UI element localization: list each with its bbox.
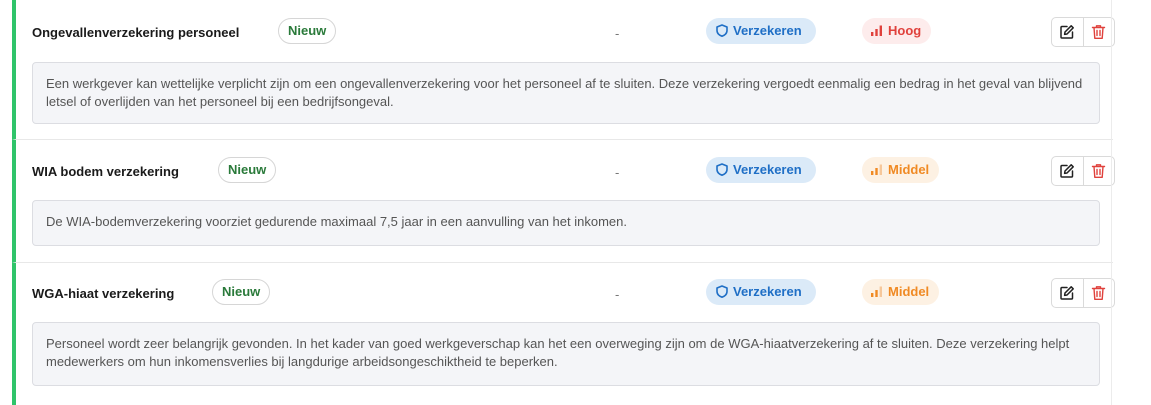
delete-button[interactable] [1082, 279, 1115, 307]
priority-label: Middel [888, 284, 930, 299]
trash-icon [1092, 164, 1106, 178]
row-header: Ongevallenverzekering personeel Nieuw - … [32, 17, 1115, 48]
status-badge: Nieuw [218, 157, 277, 183]
status-badge: Nieuw [278, 18, 337, 44]
row-header: WIA bodem verzekering Nieuw - Verzekeren… [32, 156, 1115, 187]
insure-label: Verzekeren [733, 162, 802, 177]
edit-button[interactable] [1052, 279, 1083, 307]
row-actions [1051, 278, 1115, 308]
trash-icon [1092, 25, 1106, 39]
row-actions [1051, 17, 1115, 47]
insure-button[interactable]: Verzekeren [706, 279, 816, 305]
edit-icon [1060, 25, 1075, 39]
edit-button[interactable] [1052, 18, 1083, 46]
list-item: Ongevallenverzekering personeel Nieuw - … [12, 0, 1115, 140]
row-actions [1051, 156, 1115, 186]
shield-icon [716, 24, 728, 37]
insure-label: Verzekeren [733, 284, 802, 299]
status-badge: Nieuw [212, 279, 271, 305]
insure-label: Verzekeren [733, 23, 802, 38]
priority-label: Middel [888, 162, 930, 177]
shield-icon [716, 163, 728, 176]
delete-button[interactable] [1082, 157, 1115, 185]
list-item: WIA bodem verzekering Nieuw - Verzekeren… [12, 140, 1115, 263]
priority-badge: Middel [862, 157, 940, 183]
shield-icon [716, 285, 728, 298]
panel-divider [1111, 0, 1112, 405]
signal-bars-icon [871, 164, 882, 175]
delete-button[interactable] [1082, 18, 1115, 46]
row-header: WGA-hiaat verzekering Nieuw - Verzekeren… [32, 278, 1115, 309]
priority-label: Hoog [888, 23, 922, 38]
trash-icon [1092, 286, 1106, 300]
insurance-name: Ongevallenverzekering personeel [32, 25, 240, 40]
value-placeholder: - [615, 165, 620, 180]
priority-badge: Hoog [862, 18, 932, 44]
value-placeholder: - [615, 26, 620, 41]
signal-bars-icon [871, 25, 882, 36]
value-placeholder: - [615, 287, 620, 302]
signal-bars-icon [871, 286, 882, 297]
edit-icon [1060, 286, 1075, 300]
insurance-description: Personeel wordt zeer belangrijk gevonden… [32, 322, 1100, 386]
insure-button[interactable]: Verzekeren [706, 157, 816, 183]
insure-button[interactable]: Verzekeren [706, 18, 816, 44]
list-item: WGA-hiaat verzekering Nieuw - Verzekeren… [12, 263, 1115, 405]
insurance-name: WIA bodem verzekering [32, 164, 179, 179]
insurance-list: Ongevallenverzekering personeel Nieuw - … [0, 0, 1115, 405]
insurance-name: WGA-hiaat verzekering [32, 286, 175, 301]
priority-badge: Middel [862, 279, 940, 305]
edit-button[interactable] [1052, 157, 1083, 185]
edit-icon [1060, 164, 1075, 178]
insurance-description: Een werkgever kan wettelijke verplicht z… [32, 62, 1100, 124]
insurance-description: De WIA-bodemverzekering voorziet geduren… [32, 200, 1100, 246]
